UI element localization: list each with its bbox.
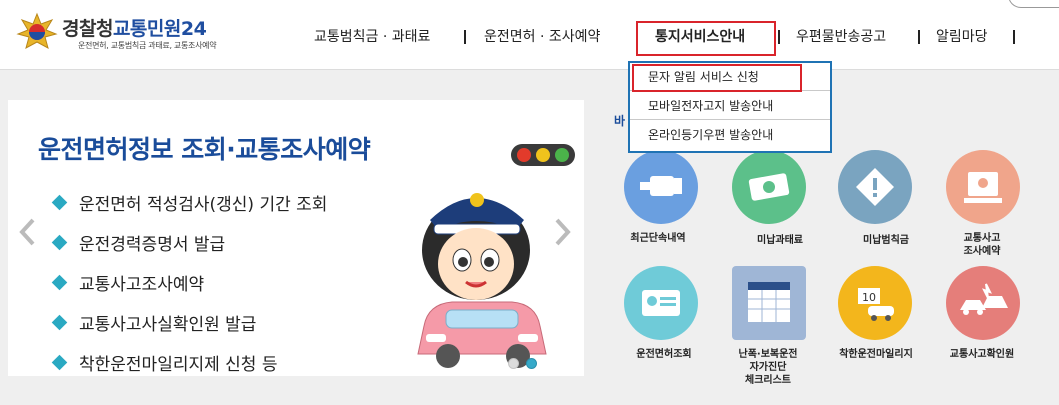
- quick-item-label: 최근단속내역: [630, 233, 686, 244]
- banner-list-item[interactable]: 교통사고사실확인원 발급: [51, 302, 327, 342]
- slide-pagination: [508, 354, 544, 373]
- nav-separator: [464, 30, 466, 44]
- slide-dot-active[interactable]: [526, 358, 537, 369]
- traffic-light-icon: [511, 144, 575, 166]
- nav-item-returned-mail[interactable]: 우편물반송공고: [796, 24, 886, 50]
- bullet-diamond-icon: [51, 314, 68, 330]
- camera-icon: [624, 150, 698, 224]
- main-nav: 교통범칙금 · 과태료 운전면허 · 조사예약 통지서비스안내 우편물반송공고 …: [0, 24, 1059, 50]
- chevron-left-icon[interactable]: [18, 218, 36, 246]
- dropdown-item-online-registered-mail[interactable]: 온라인등기우편 발송안내: [630, 121, 830, 149]
- quick-item-label: 교통사고 조사예약: [922, 232, 1042, 258]
- banner-list-item[interactable]: 교통사고조사예약: [51, 262, 327, 302]
- nav-item-license[interactable]: 운전면허 · 조사예약: [484, 24, 600, 50]
- slide-dot[interactable]: [508, 358, 519, 369]
- id-card-icon: [624, 266, 698, 340]
- svg-text:10: 10: [862, 291, 876, 304]
- computer-icon: [946, 150, 1020, 224]
- nav-separator: [778, 30, 780, 44]
- bullet-diamond-icon: [51, 194, 68, 210]
- quick-item-label: 교통사고확인원: [949, 349, 1015, 360]
- chevron-right-icon[interactable]: [554, 218, 572, 246]
- quick-item-label-line: 체크리스트: [745, 375, 791, 386]
- bullet-diamond-icon: [51, 234, 68, 250]
- quick-item-label-line: 교통사고: [963, 233, 1001, 244]
- banner-list-item[interactable]: 운전면허 적성검사(갱신) 기간 조회: [51, 182, 327, 222]
- quick-menu-title: 바: [614, 114, 626, 128]
- nav-item-notice[interactable]: 알림마당: [936, 24, 988, 50]
- dropdown-item-sms-alert[interactable]: 문자 알림 서비스 신청: [630, 63, 830, 91]
- quick-item-label-line: 자가진단: [749, 362, 787, 373]
- quick-item-label: 착한운전마일리지: [839, 349, 913, 360]
- dropdown-item-mobile-notice[interactable]: 모바일전자고지 발송안내: [630, 92, 830, 120]
- nav-separator: [1013, 30, 1015, 44]
- accident-icon: [946, 266, 1020, 340]
- police-mascot-car-illustration: [417, 193, 547, 368]
- notification-dropdown: 문자 알림 서비스 신청 모바일전자고지 발송안내 온라인등기우편 발송안내: [628, 61, 832, 153]
- quick-item-label: 난폭·보복운전 자가진단 체크리스트: [708, 348, 828, 387]
- banner-list-item[interactable]: 운전경력증명서 발급: [51, 222, 327, 262]
- mileage-icon: 10: [838, 266, 912, 340]
- banner-list: 운전면허 적성검사(갱신) 기간 조회 운전경력증명서 발급 교통사고조사예약 …: [51, 182, 327, 382]
- nav-item-fines[interactable]: 교통범칙금 · 과태료: [314, 24, 430, 50]
- site-header: 경찰청교통민원24 운전면허, 교통범칙금 과태료, 교통조사예약 교통범칙금 …: [0, 0, 1059, 70]
- bullet-diamond-icon: [51, 274, 68, 290]
- calendar-icon: [732, 266, 806, 340]
- quick-item-label-line: 조사예약: [963, 246, 1001, 257]
- top-utility-button[interactable]: [1008, 0, 1059, 8]
- banner-list-item[interactable]: 착한운전마일리지제 신청 등: [51, 342, 327, 382]
- banner-title: 운전면허정보 조회·교통조사예약: [38, 135, 371, 164]
- nav-active-highlight: [636, 21, 776, 56]
- warning-icon: [838, 150, 912, 224]
- quick-item-label: 운전면허조회: [636, 349, 692, 360]
- money-icon: [732, 150, 806, 224]
- bullet-diamond-icon: [51, 354, 68, 370]
- quick-item-label-line: 난폭·보복운전: [738, 349, 798, 360]
- quick-item-label: 미납과태료: [757, 235, 803, 246]
- nav-separator: [918, 30, 920, 44]
- main-banner: 운전면허정보 조회·교통조사예약 운전면허 적성검사(갱신) 기간 조회 운전경…: [8, 100, 584, 376]
